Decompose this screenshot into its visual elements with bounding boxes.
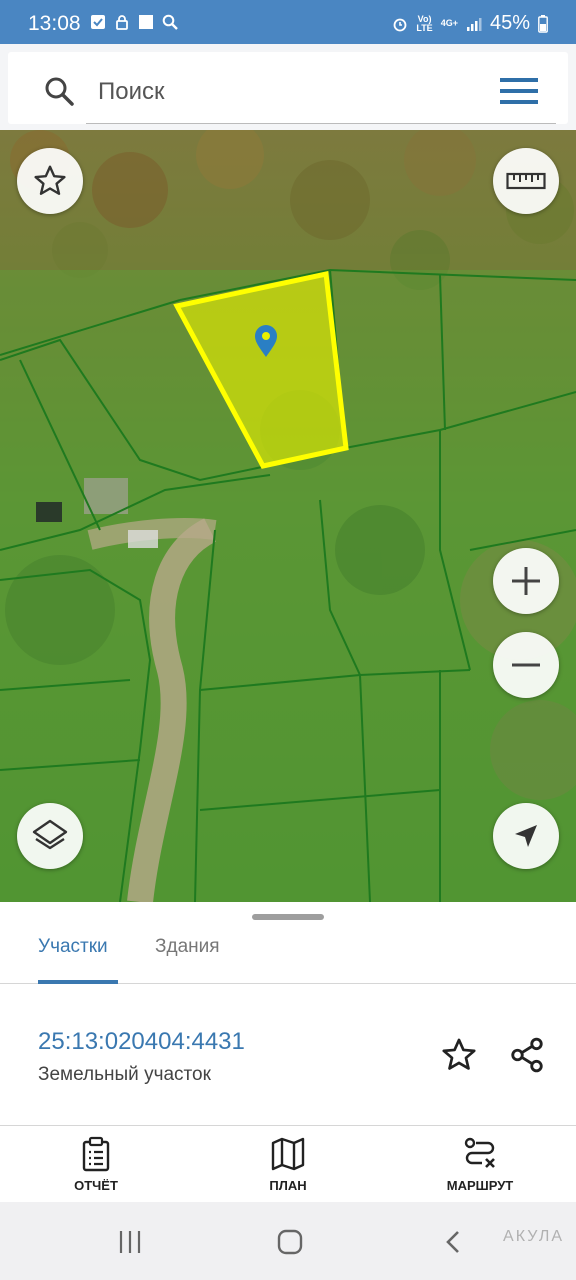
watermark: АКУЛА [503,1228,564,1245]
search-underline [86,123,556,124]
favorite-star-icon[interactable] [440,1036,478,1074]
plan-button[interactable]: ПЛАН [228,1136,348,1193]
plan-label: ПЛАН [269,1178,307,1193]
signal-icon [466,17,482,31]
ruler-button[interactable] [493,148,559,214]
route-button[interactable]: МАРШРУТ [420,1136,540,1193]
status-bar: 13:08 Vo) LTE 4G+ 45% [0,0,576,44]
ruler-icon [506,172,546,190]
report-clipboard-icon [82,1136,110,1172]
zoom-in-button[interactable] [493,548,559,614]
favorite-star-icon [34,165,66,195]
alarm-icon [393,18,407,31]
notification-icons [90,14,178,30]
cadastral-number[interactable]: 25:13:020404:4431 [38,1028,245,1056]
layers-icon [32,819,68,850]
system-navigation-bar: АКУЛА [0,1202,576,1280]
recent-apps-icon[interactable] [116,1228,144,1256]
bottom-sheet: Участки Здания 25:13:020404:4431 Земельн… [0,902,576,1202]
home-icon[interactable] [276,1228,304,1256]
share-icon[interactable] [508,1036,546,1074]
route-label: МАРШРУТ [446,1178,514,1193]
satellite-map[interactable] [0,130,576,902]
search-icon[interactable] [44,76,74,106]
building [36,502,62,522]
tab-bar: Участки Здания [0,920,576,984]
zoom-out-icon [512,663,540,667]
report-button[interactable]: ОТЧЁТ [36,1136,156,1193]
tab-buildings[interactable]: Здания [155,936,220,958]
search-area: Поиск [0,44,576,130]
checkbox-icon [91,15,105,29]
lock-icon [116,15,128,30]
map-plan-icon [271,1137,305,1171]
parcel-type: Земельный участок [38,1064,211,1085]
route-icon [464,1137,495,1168]
tab-active-indicator [38,980,118,984]
lte-label: LTE [416,22,433,33]
building [128,530,158,548]
search-input[interactable]: Поиск [98,78,165,106]
battery-icon [538,14,548,33]
network-type: 4G+ [440,18,458,28]
volte-indicator: Vo) LTE [416,14,433,33]
map-view[interactable] [0,130,576,902]
zoom-out-button[interactable] [493,632,559,698]
my-location-button[interactable] [493,803,559,869]
back-icon[interactable] [440,1228,468,1256]
status-right: Vo) LTE 4G+ 45% [392,12,548,35]
favorite-button[interactable] [17,148,83,214]
search-bar[interactable]: Поиск [8,52,568,124]
location-arrow-icon [515,825,537,847]
action-bar: ОТЧЁТ ПЛАН МАРШРУТ [0,1126,576,1202]
zoom-in-icon [512,567,540,595]
square-icon [139,15,153,29]
search-icon [162,14,178,30]
report-label: ОТЧЁТ [74,1178,118,1193]
layers-button[interactable] [17,803,83,869]
parcel-list-item[interactable]: 25:13:020404:4431 Земельный участок [0,1002,576,1126]
status-time: 13:08 [28,12,81,35]
tab-parcels[interactable]: Участки [38,936,108,958]
battery-percent: 45% [489,12,530,34]
menu-icon[interactable] [500,78,538,104]
